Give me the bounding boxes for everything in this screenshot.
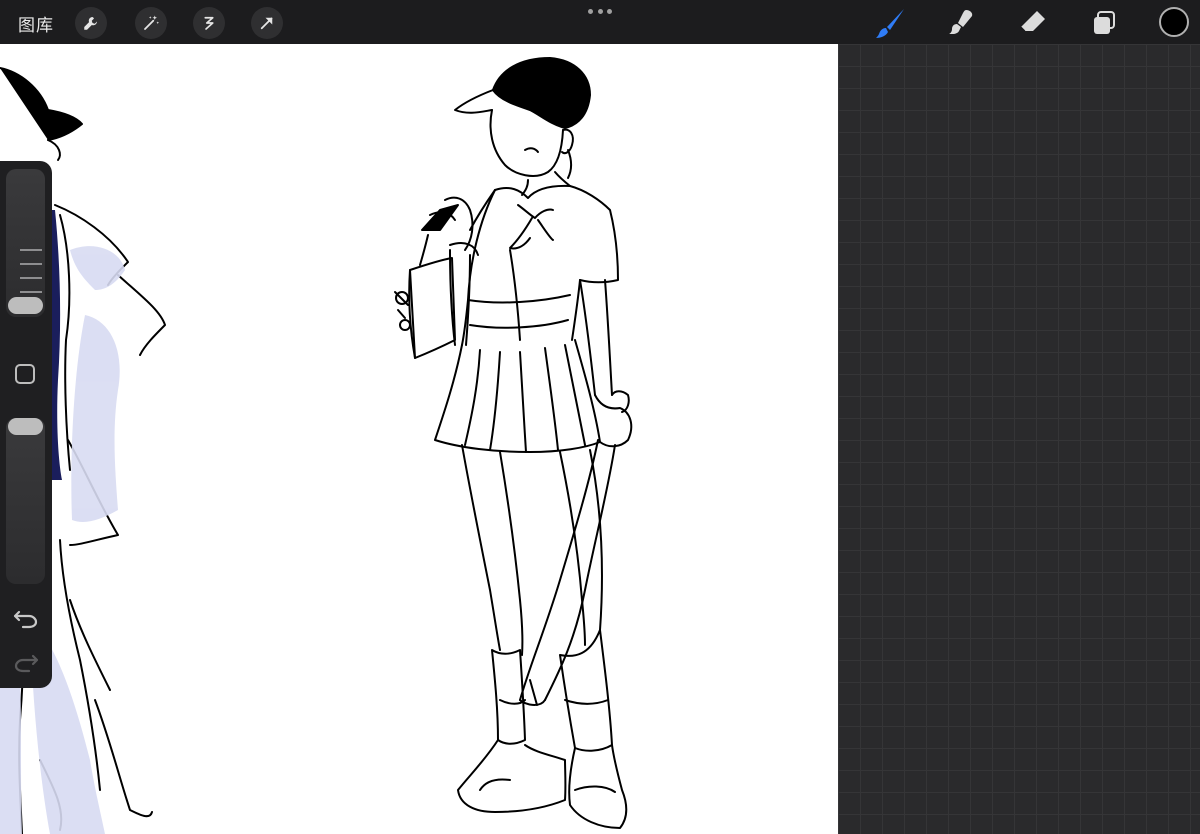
brush-icon bbox=[876, 9, 904, 38]
redo-icon[interactable] bbox=[13, 651, 39, 673]
transform-arrow-icon bbox=[260, 17, 273, 30]
workspace-background bbox=[838, 44, 1200, 834]
magic-wand-icon bbox=[144, 15, 160, 30]
more-options-icon[interactable] bbox=[588, 9, 612, 15]
selection-button[interactable] bbox=[193, 7, 225, 39]
layers-button[interactable] bbox=[1087, 6, 1121, 40]
opacity-knob[interactable] bbox=[8, 418, 43, 435]
color-picker-swatch[interactable] bbox=[1159, 7, 1189, 37]
top-toolbar: 图库 bbox=[0, 0, 1200, 44]
selection-icon bbox=[204, 16, 214, 30]
transform-button[interactable] bbox=[251, 7, 283, 39]
opacity-slider[interactable] bbox=[6, 418, 45, 584]
smudge-tool-button[interactable] bbox=[944, 6, 978, 40]
brush-tool-button[interactable] bbox=[873, 6, 907, 40]
undo-icon[interactable] bbox=[13, 607, 39, 629]
line-art-illustration bbox=[0, 57, 633, 834]
eraser-icon bbox=[1020, 11, 1045, 32]
left-sidebar bbox=[0, 161, 52, 688]
actions-button[interactable] bbox=[75, 7, 107, 39]
smudge-icon bbox=[949, 10, 973, 34]
wrench-icon bbox=[84, 17, 97, 30]
modify-button[interactable] bbox=[15, 364, 35, 384]
adjustments-button[interactable] bbox=[135, 7, 167, 39]
drawing-canvas[interactable] bbox=[0, 44, 838, 834]
layers-icon bbox=[1094, 11, 1115, 34]
brush-size-slider[interactable] bbox=[6, 169, 45, 317]
eraser-tool-button[interactable] bbox=[1016, 6, 1050, 40]
brush-size-knob[interactable] bbox=[8, 297, 43, 314]
gallery-button[interactable]: 图库 bbox=[18, 11, 54, 36]
